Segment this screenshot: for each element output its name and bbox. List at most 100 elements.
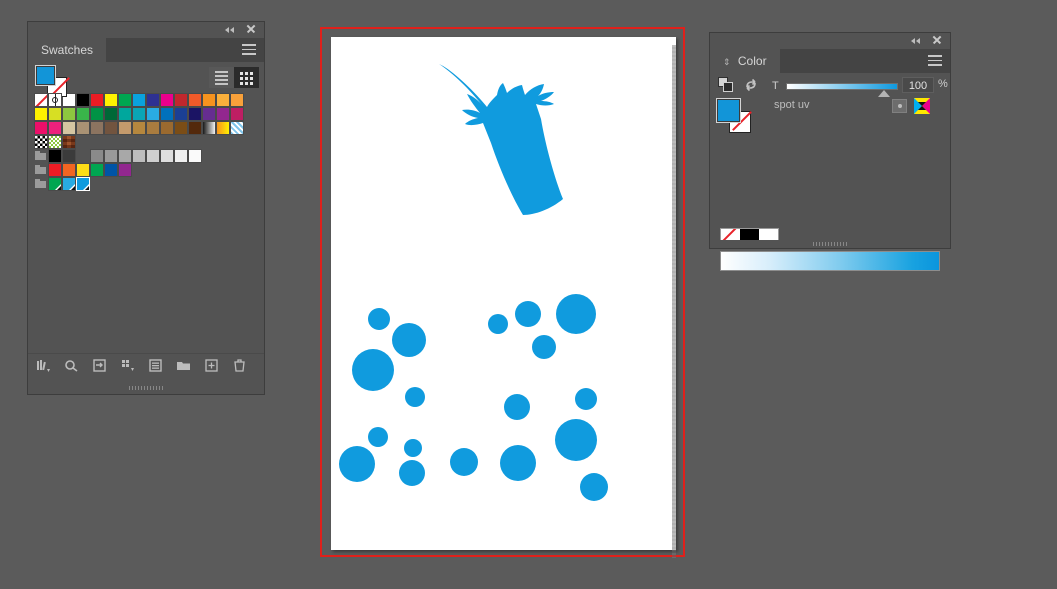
swatch-color[interactable] — [104, 107, 118, 121]
tab-swatches[interactable]: Swatches — [28, 38, 106, 62]
swatch-color[interactable] — [76, 107, 90, 121]
swatch-color[interactable] — [90, 121, 104, 135]
swatch-color[interactable] — [132, 149, 146, 163]
swatch-color[interactable] — [174, 121, 188, 135]
swatch-color[interactable] — [48, 107, 62, 121]
swatch-color[interactable] — [118, 107, 132, 121]
artboard[interactable] — [331, 37, 676, 550]
halftone-dot[interactable] — [405, 387, 425, 407]
color-fill-stroke-indicator[interactable] — [715, 97, 753, 131]
swatch-color[interactable] — [62, 149, 76, 163]
swatch-color[interactable] — [188, 107, 202, 121]
revert-colors-icon[interactable] — [743, 77, 759, 93]
selected-artboard-frame[interactable] — [320, 27, 685, 557]
new-swatch-icon[interactable] — [204, 358, 219, 373]
halftone-dot[interactable] — [500, 445, 536, 481]
delete-swatch-icon[interactable] — [232, 358, 247, 373]
swatch-color[interactable] — [146, 107, 160, 121]
fill-swatch[interactable] — [716, 98, 741, 123]
swatch-color[interactable] — [104, 93, 118, 107]
swatch-color[interactable] — [132, 121, 146, 135]
halftone-dot[interactable] — [450, 448, 478, 476]
swatch-options-icon[interactable] — [92, 358, 107, 373]
swatch-color[interactable] — [34, 107, 48, 121]
swatch-color[interactable] — [188, 121, 202, 135]
list-view-button[interactable] — [209, 67, 234, 88]
halftone-dot[interactable] — [532, 335, 556, 359]
halftone-dot[interactable] — [404, 439, 422, 457]
swatch-spot-color[interactable] — [76, 177, 90, 191]
tab-color[interactable]: ⇕ Color — [710, 49, 780, 73]
swatch-libraries-menu-icon[interactable] — [36, 358, 51, 373]
halftone-dot[interactable] — [575, 388, 597, 410]
halftone-dot[interactable] — [399, 460, 425, 486]
swatch-color[interactable] — [118, 93, 132, 107]
tint-value-input[interactable]: 100 — [902, 77, 934, 93]
swatch-color[interactable] — [118, 121, 132, 135]
swatch-color[interactable] — [160, 121, 174, 135]
swatch-color[interactable] — [76, 93, 90, 107]
swatch-color[interactable] — [146, 121, 160, 135]
close-icon[interactable] — [931, 34, 943, 46]
panel-menu-icon[interactable] — [242, 44, 256, 55]
halftone-dot[interactable] — [368, 308, 390, 330]
swatch-pattern[interactable] — [230, 121, 244, 135]
swatch-pattern-green[interactable] — [48, 135, 62, 149]
swatch-color[interactable] — [104, 121, 118, 135]
swatch-color[interactable] — [202, 107, 216, 121]
swatch-grid[interactable] — [28, 93, 264, 191]
swatch-color[interactable] — [230, 93, 244, 107]
swatch-color[interactable] — [76, 163, 90, 177]
swatch-color[interactable] — [90, 93, 104, 107]
color-group-folder-icon[interactable] — [34, 163, 48, 177]
color-group-folder-icon[interactable] — [34, 177, 48, 191]
swatch-color[interactable] — [132, 93, 146, 107]
swatch-registration[interactable] — [48, 93, 62, 107]
swatches-panel-resize-grip[interactable] — [28, 384, 264, 392]
cmyk-spectrum-icon[interactable] — [914, 98, 930, 114]
swatch-gradient[interactable] — [216, 121, 230, 135]
color-group-folder-icon[interactable] — [34, 149, 48, 163]
swatch-color[interactable] — [174, 149, 188, 163]
close-icon[interactable] — [245, 23, 257, 35]
swatch-color[interactable] — [160, 107, 174, 121]
new-color-group-icon[interactable] — [120, 358, 135, 373]
swatch-color[interactable] — [104, 163, 118, 177]
swatch-color[interactable] — [34, 121, 48, 135]
swatch-color[interactable] — [174, 107, 188, 121]
swatch-spot-color[interactable] — [48, 177, 62, 191]
swatch-color[interactable] — [230, 107, 244, 121]
swatch-color[interactable] — [48, 163, 62, 177]
swatch-color[interactable] — [48, 121, 62, 135]
swatch-color[interactable] — [174, 93, 188, 107]
fill-stroke-swap-icon[interactable] — [718, 77, 734, 93]
paint-splash-cup-shape[interactable] — [423, 59, 583, 249]
swatch-color[interactable] — [188, 149, 202, 163]
swatch-color[interactable] — [62, 107, 76, 121]
halftone-dot[interactable] — [556, 294, 596, 334]
new-color-group-folder-icon[interactable] — [176, 358, 191, 373]
swatch-color[interactable] — [118, 149, 132, 163]
swatch-color[interactable] — [146, 93, 160, 107]
panel-menu-icon[interactable] — [928, 55, 942, 66]
swatch-spot-color[interactable] — [62, 177, 76, 191]
tint-slider-track[interactable] — [786, 83, 898, 90]
halftone-dot[interactable] — [392, 323, 426, 357]
halftone-dot[interactable] — [352, 349, 394, 391]
swatch-color[interactable] — [90, 107, 104, 121]
collapse-icon[interactable] — [225, 25, 237, 35]
swatch-pattern-brick[interactable] — [62, 135, 76, 149]
fill-stroke-indicator[interactable] — [34, 64, 70, 96]
color-panel-resize-grip[interactable] — [710, 240, 950, 248]
collapse-icon[interactable] — [911, 36, 923, 46]
tint-slider-thumb[interactable] — [878, 90, 890, 97]
swatch-color[interactable] — [216, 93, 230, 107]
none-color-icon[interactable] — [892, 99, 907, 113]
swatch-color[interactable] — [160, 149, 174, 163]
grid-view-button[interactable] — [234, 67, 259, 88]
swatch-color[interactable] — [90, 149, 104, 163]
fill-swatch[interactable] — [35, 65, 56, 86]
swatch-pattern-bw[interactable] — [34, 135, 48, 149]
swatch-color[interactable] — [146, 149, 160, 163]
swatch-color[interactable] — [104, 149, 118, 163]
